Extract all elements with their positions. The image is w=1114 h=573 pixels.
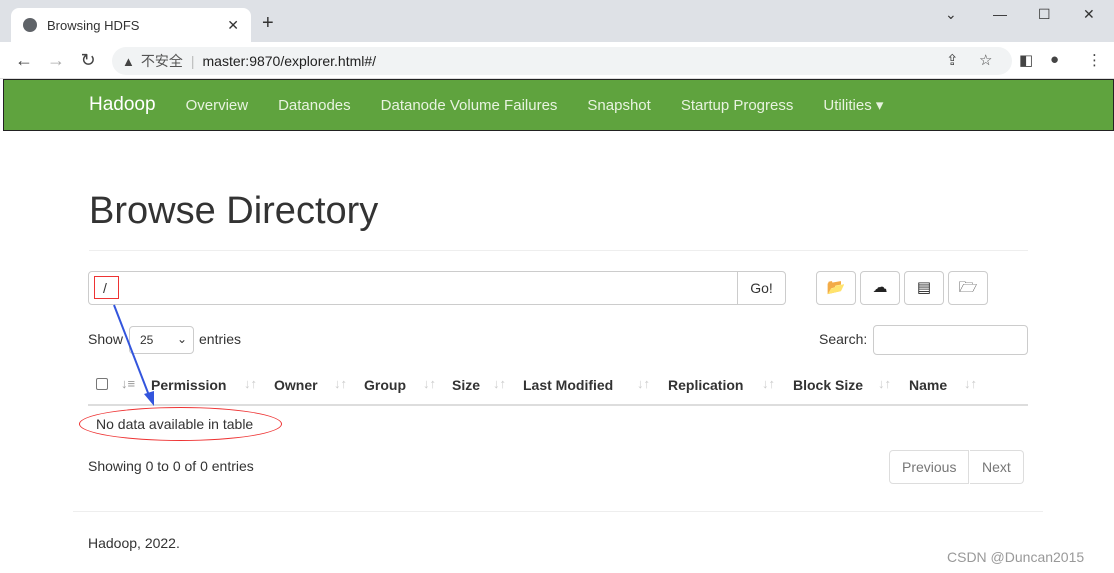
sort-icon[interactable]: ↓↑ (964, 376, 977, 391)
address-bar-row: ← → ↻ ▲ 不安全 | master:9870/explorer.html#… (0, 42, 1114, 79)
sort-icon[interactable]: ↓↑ (423, 376, 436, 391)
chevron-down-icon: ⌄ (176, 332, 187, 346)
next-button[interactable]: Next (970, 450, 1024, 484)
browser-tab-bar: Browsing HDFS ✕ + ⌄ — ☐ ✕ (0, 0, 1114, 42)
col-permission[interactable]: Permission (151, 377, 226, 393)
cloud-upload-icon[interactable]: ☁ (860, 271, 900, 305)
sort-icon[interactable]: ↓↑ (637, 376, 650, 391)
sort-icon[interactable]: ↓↑ (762, 376, 775, 391)
col-name[interactable]: Name (909, 377, 947, 393)
bookmark-star-icon[interactable]: ☆ (979, 51, 992, 69)
profile-icon[interactable]: ● (1050, 51, 1059, 68)
go-button[interactable]: Go! (737, 271, 786, 305)
path-value: / (94, 276, 119, 299)
folder-open-icon[interactable]: 📂 (816, 271, 856, 305)
nav-utilities[interactable]: Utilities ▾ (808, 96, 898, 114)
nav-snapshot[interactable]: Snapshot (572, 97, 665, 114)
nav-startup-progress[interactable]: Startup Progress (666, 97, 809, 114)
list-alt-icon[interactable]: ▤ (904, 271, 944, 305)
col-block-size[interactable]: Block Size (793, 377, 863, 393)
table-info: Showing 0 to 0 of 0 entries (88, 458, 254, 474)
back-icon[interactable]: ← (8, 50, 40, 71)
reload-icon[interactable]: ↻ (72, 50, 104, 71)
divider (89, 250, 1028, 251)
minimize-button[interactable]: — (993, 6, 1007, 22)
sort-icon[interactable]: ↓↑ (878, 376, 891, 391)
folder-create-icon[interactable]: 🗁 (948, 271, 988, 305)
new-tab-button[interactable]: + (262, 12, 274, 35)
globe-icon (23, 18, 37, 32)
divider (73, 511, 1043, 512)
sort-icon[interactable]: ↓↑ (334, 376, 347, 391)
warning-icon: ▲ (122, 53, 135, 69)
watermark: CSDN @Duncan2015 (947, 549, 1085, 565)
tab-title: Browsing HDFS (47, 17, 140, 33)
brand[interactable]: Hadoop (89, 94, 156, 116)
share-icon[interactable]: ⇪ (946, 51, 959, 69)
col-group[interactable]: Group (364, 377, 406, 393)
col-last-modified[interactable]: Last Modified (523, 377, 613, 393)
address-bar[interactable]: ▲ 不安全 | master:9870/explorer.html#/ (112, 47, 1012, 75)
nav-volume-failures[interactable]: Datanode Volume Failures (366, 97, 573, 114)
search-input[interactable] (873, 325, 1028, 355)
nav-overview[interactable]: Overview (171, 97, 264, 114)
annotation-arrow (113, 304, 154, 406)
forward-icon[interactable]: → (40, 50, 72, 71)
close-tab-icon[interactable]: ✕ (227, 17, 239, 34)
annotation-ellipse (79, 407, 282, 441)
col-owner[interactable]: Owner (274, 377, 318, 393)
footer-text: Hadoop, 2022. (88, 535, 180, 551)
close-window-button[interactable]: ✕ (1083, 6, 1095, 23)
col-size[interactable]: Size (452, 377, 480, 393)
window-dropdown-icon[interactable]: ⌄ (945, 6, 957, 23)
sort-icon[interactable]: ↓↑ (244, 376, 257, 391)
page-title: Browse Directory (89, 190, 379, 232)
url-text: master:9870/explorer.html#/ (202, 53, 377, 69)
nav-datanodes[interactable]: Datanodes (263, 97, 366, 114)
select-all-checkbox[interactable] (96, 378, 108, 390)
table-header: ↓≡ Permission ↓↑ Owner ↓↑ Group ↓↑ Size ↓↑ L… (88, 368, 1028, 406)
sort-icon[interactable]: ↓↑ (493, 376, 506, 391)
menu-icon[interactable]: ⋮ (1087, 51, 1102, 69)
side-panel-icon[interactable]: ◧ (1019, 51, 1033, 69)
entries-label: entries (199, 331, 242, 347)
insecure-label: 不安全 (140, 53, 183, 69)
path-input[interactable]: / (88, 271, 738, 305)
col-replication[interactable]: Replication (668, 377, 743, 393)
browser-tab[interactable]: Browsing HDFS ✕ (11, 8, 251, 42)
previous-button[interactable]: Previous (889, 450, 970, 484)
maximize-button[interactable]: ☐ (1038, 6, 1051, 23)
search-label: Search: (819, 331, 868, 347)
navbar: Hadoop Overview Datanodes Datanode Volum… (3, 79, 1114, 131)
divider: | (190, 53, 195, 69)
